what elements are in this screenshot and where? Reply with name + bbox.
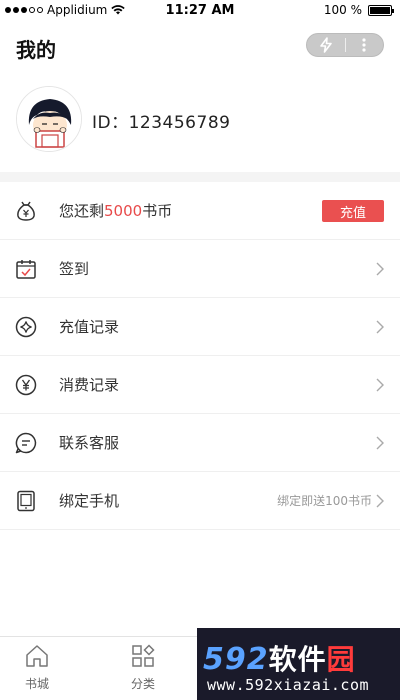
capsule-more-button[interactable] — [346, 34, 384, 56]
chevron-right-icon — [376, 320, 384, 334]
battery-percentage: 100 % — [323, 3, 362, 17]
chevron-right-icon — [376, 378, 384, 392]
section-divider — [0, 172, 400, 182]
tab-label: 书城 — [24, 677, 49, 691]
menu-item-sign-in[interactable]: 签到 — [0, 240, 400, 298]
menu-item-label: 联系客服 — [59, 434, 120, 452]
bind-phone-bonus-text: 绑定即送100书币 — [277, 494, 372, 508]
mini-program-capsule — [306, 33, 384, 57]
money-bag-icon — [17, 201, 35, 221]
user-id: ID：123456789 — [92, 113, 231, 133]
chat-bubble-icon — [15, 432, 37, 454]
menu-item-bind-phone[interactable]: 绑定手机 绑定即送100书币 — [0, 472, 400, 530]
watermark-logo: 592软件园 www.592xiazai.com — [197, 628, 400, 700]
menu-list: 您还剩5000书币 充值 签到 充值记录 消费记录 联系客服 绑定手机 绑定即送… — [0, 182, 400, 530]
chevron-right-icon — [376, 436, 384, 450]
menu-item-label: 消费记录 — [59, 376, 120, 394]
page-title: 我的 — [16, 38, 56, 62]
watermark-url: www.592xiazai.com — [207, 676, 370, 694]
capsule-flash-button[interactable] — [307, 34, 345, 56]
battery-icon — [368, 4, 394, 16]
calendar-check-icon — [16, 260, 36, 279]
menu-item-customer-service[interactable]: 联系客服 — [0, 414, 400, 472]
watermark-title: 592软件园 — [203, 642, 356, 677]
menu-item-label: 绑定手机 — [59, 492, 120, 510]
more-vertical-icon — [362, 38, 366, 52]
avatar[interactable] — [16, 86, 82, 152]
status-right: 100 % — [323, 3, 394, 17]
tab-category[interactable]: 分类 — [113, 643, 173, 692]
tab-bookstore[interactable]: 书城 — [7, 643, 67, 692]
lightning-icon — [319, 37, 332, 53]
chevron-right-icon — [376, 262, 384, 276]
status-bar: Applidium 11:27 AM 100 % — [0, 0, 400, 20]
balance-label: 您还剩5000书币 — [59, 202, 173, 220]
menu-item-label: 充值记录 — [59, 318, 120, 336]
chevron-right-icon — [376, 494, 384, 508]
tablet-phone-icon — [17, 490, 35, 512]
menu-item-label: 签到 — [59, 260, 90, 278]
home-icon — [26, 645, 48, 667]
yen-circle-icon — [15, 374, 37, 396]
sparkle-circle-icon — [15, 316, 37, 338]
balance-row: 您还剩5000书币 充值 — [0, 182, 400, 240]
menu-item-recharge-records[interactable]: 充值记录 — [0, 298, 400, 356]
balance-amount: 5000 — [104, 202, 143, 220]
menu-item-spending-records[interactable]: 消费记录 — [0, 356, 400, 414]
grid-category-icon — [132, 644, 155, 667]
recharge-button[interactable]: 充值 — [322, 200, 384, 222]
tab-label: 分类 — [130, 677, 155, 691]
avatar-cartoon-girl-icon — [17, 87, 81, 151]
